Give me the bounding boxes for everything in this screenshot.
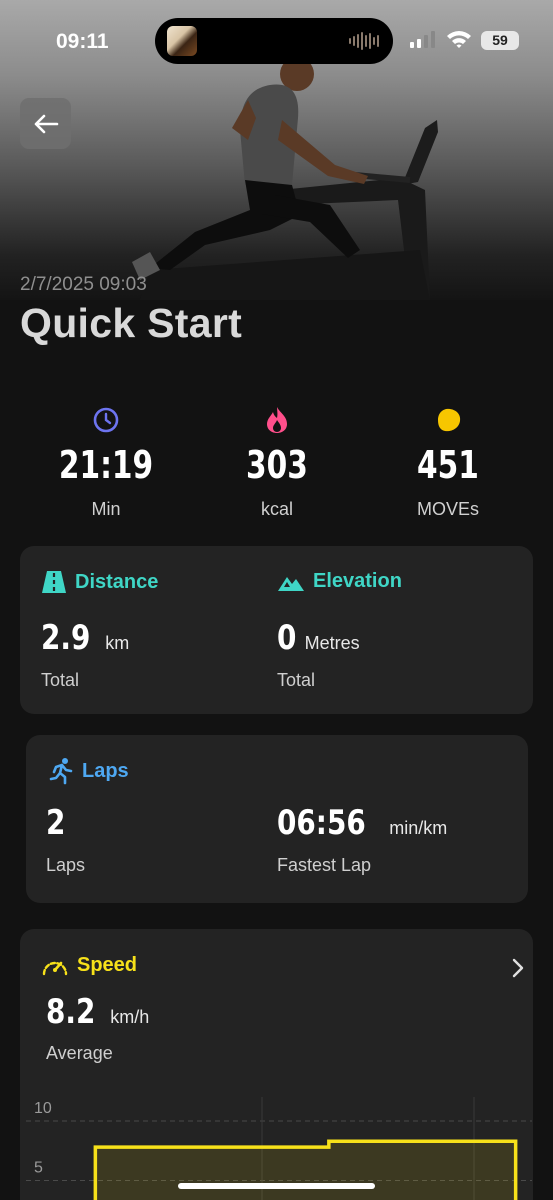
moves-value: 451 (417, 443, 479, 487)
elevation-title-text: Elevation (313, 570, 402, 592)
runner-icon (49, 758, 73, 785)
speed-unit: km/h (110, 1007, 150, 1027)
fastest-lap-sub-label: Fastest Lap (277, 855, 372, 875)
elevation-unit: Metres (304, 633, 360, 653)
wifi-icon (447, 31, 471, 48)
laps-title: Laps (48, 757, 129, 785)
speedometer-icon (42, 961, 68, 975)
laps-title-text: Laps (82, 759, 129, 782)
status-time: 09:11 (56, 30, 109, 53)
now-playing-artwork (167, 26, 197, 56)
page-title: Quick Start (20, 300, 243, 346)
back-button[interactable] (20, 98, 71, 149)
speed-value: 8.2 km/h (46, 992, 149, 1032)
fastest-lap-value: 06:56 min/km (277, 803, 447, 843)
flame-icon (267, 407, 287, 433)
distance-unit: km (105, 633, 130, 653)
home-indicator[interactable] (178, 1183, 375, 1189)
moves-label: MOVEs (416, 499, 479, 519)
laps-sub-label: Laps (46, 855, 86, 875)
distance-title-text: Distance (75, 570, 159, 593)
arrow-left-icon (34, 114, 58, 133)
speed-sub-label: Average (46, 1043, 113, 1063)
speed-number: 8.2 (46, 992, 96, 1032)
speed-title-text: Speed (77, 954, 138, 976)
dynamic-island[interactable] (155, 18, 393, 64)
duration-value: 21:19 (58, 443, 154, 487)
distance-sub-label: Total (41, 670, 80, 690)
elevation-value: 0 Metres (277, 618, 360, 658)
elevation-number: 0 (277, 618, 297, 658)
distance-title: Distance (41, 570, 158, 594)
clock-icon (93, 407, 119, 433)
distance-number: 2.9 (41, 618, 91, 658)
fastest-lap-unit: min/km (389, 818, 448, 838)
calories-value: 303 (246, 443, 308, 487)
duration-label: Min (91, 499, 121, 519)
elevation-sub-label: Total (277, 670, 316, 690)
calories-label: kcal (260, 499, 293, 519)
laps-value: 2 (46, 803, 70, 843)
workout-date: 2/7/2025 09:03 (20, 274, 147, 295)
speed-title: Speed (41, 954, 137, 977)
audio-waveform-icon (349, 32, 379, 50)
distance-value: 2.9 km (41, 618, 129, 658)
elevation-title: Elevation (277, 570, 402, 593)
road-icon (42, 571, 66, 593)
chevron-right-icon[interactable] (511, 958, 525, 978)
stat-calories: 303 kcal (197, 405, 357, 520)
fastest-lap-number: 06:56 (277, 803, 366, 843)
battery-indicator: 59 (481, 31, 519, 50)
mountain-icon (278, 576, 304, 591)
moves-icon (438, 408, 461, 432)
laps-number: 2 (46, 803, 66, 843)
cellular-signal-icon (410, 30, 435, 48)
stat-moves: 451 MOVEs (368, 405, 528, 520)
stat-duration: 21:19 Min (26, 405, 186, 520)
